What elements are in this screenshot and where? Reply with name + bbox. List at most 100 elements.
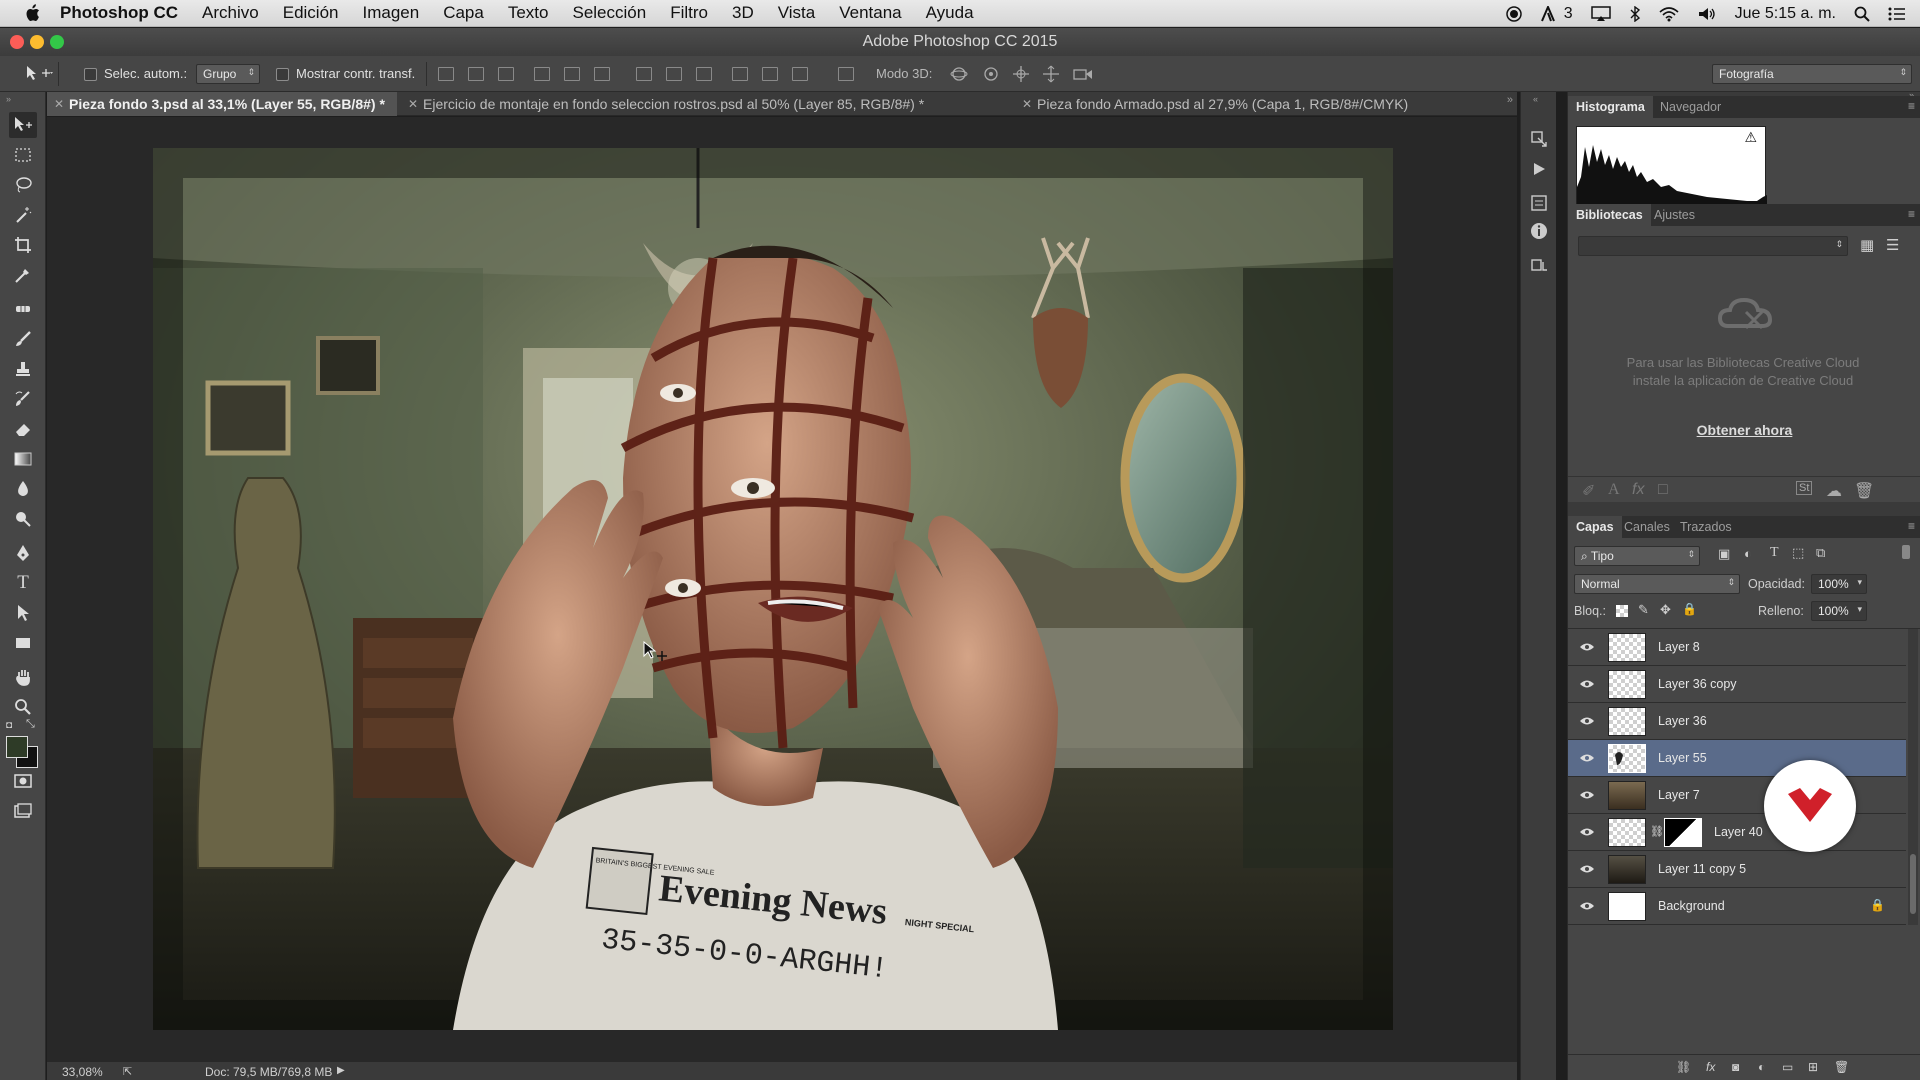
- tab-canales[interactable]: Canales: [1616, 516, 1678, 538]
- menu-edicion[interactable]: Edición: [283, 3, 339, 23]
- dodge-tool-icon[interactable]: [9, 506, 37, 532]
- close-tab-icon[interactable]: ✕: [54, 92, 64, 116]
- scale-3d-icon[interactable]: [1072, 65, 1094, 86]
- visibility-eye-icon[interactable]: [1578, 862, 1596, 876]
- window-minimize-button[interactable]: [30, 35, 44, 49]
- volume-icon[interactable]: [1697, 6, 1717, 22]
- magic-wand-tool-icon[interactable]: [9, 202, 37, 228]
- layer-style-icon[interactable]: fx: [1632, 481, 1644, 499]
- add-mask-icon[interactable]: ◙: [1732, 1060, 1739, 1074]
- pan-3d-icon[interactable]: [1012, 65, 1030, 86]
- scrollbar-thumb[interactable]: [1910, 854, 1916, 914]
- tab-trazados[interactable]: Trazados: [1672, 516, 1740, 538]
- hand-tool-icon[interactable]: [9, 664, 37, 690]
- lock-position-icon[interactable]: ✥: [1660, 602, 1671, 618]
- tab-bibliotecas[interactable]: Bibliotecas: [1568, 204, 1651, 226]
- list-view-icon[interactable]: ☰: [1886, 236, 1899, 254]
- filter-smart-object-icon[interactable]: ⧉: [1816, 545, 1825, 561]
- spotlight-search-icon[interactable]: [1854, 6, 1870, 22]
- quick-mask-icon[interactable]: [9, 768, 37, 794]
- cache-warning-icon[interactable]: ⚠: [1744, 129, 1757, 146]
- apple-icon[interactable]: [22, 3, 42, 23]
- layer-mask-thumbnail[interactable]: [1664, 818, 1702, 847]
- stock-icon[interactable]: St: [1796, 481, 1813, 495]
- menu-ventana[interactable]: Ventana: [839, 3, 901, 23]
- default-colors-icon[interactable]: ◘: [6, 720, 12, 731]
- filter-pixel-icon[interactable]: ▣: [1718, 546, 1730, 562]
- lasso-tool-icon[interactable]: [9, 172, 37, 198]
- menu-3d[interactable]: 3D: [732, 3, 754, 23]
- crop-tool-icon[interactable]: [9, 232, 37, 258]
- gradient-tool-icon[interactable]: [9, 446, 37, 472]
- tab-ejercicio-montaje[interactable]: ✕ Ejercicio de montaje en fondo seleccio…: [401, 92, 1011, 116]
- menu-app-name[interactable]: Photoshop CC: [60, 3, 178, 23]
- align-bottom-icon[interactable]: [498, 67, 514, 81]
- brush-asset-icon[interactable]: ✐: [1582, 481, 1595, 501]
- align-right-icon[interactable]: [594, 67, 610, 81]
- delete-layer-icon[interactable]: 🗑: [1834, 1060, 1849, 1074]
- tab-ajustes[interactable]: Ajustes: [1646, 204, 1703, 226]
- notification-center-icon[interactable]: [1888, 7, 1906, 21]
- orbit-3d-icon[interactable]: [950, 65, 968, 86]
- visibility-eye-icon[interactable]: [1578, 640, 1596, 654]
- panel-menu-icon[interactable]: ≡: [1908, 519, 1915, 533]
- info-panel-icon[interactable]: [1529, 222, 1549, 240]
- airplay-icon[interactable]: [1590, 5, 1611, 22]
- show-transform-checkbox[interactable]: [276, 68, 289, 81]
- new-adjustment-layer-icon[interactable]: ◐: [1758, 1060, 1765, 1074]
- roll-3d-icon[interactable]: [982, 65, 1000, 86]
- path-selection-tool-icon[interactable]: [9, 600, 37, 626]
- layer-list-scrollbar[interactable]: [1908, 629, 1918, 925]
- menu-seleccion[interactable]: Selección: [572, 3, 646, 23]
- get-now-link[interactable]: Obtener ahora: [1568, 422, 1920, 438]
- visibility-eye-icon[interactable]: [1578, 825, 1596, 839]
- trash-icon[interactable]: 🗑: [1854, 481, 1874, 501]
- link-layers-icon[interactable]: ⛓: [1676, 1060, 1691, 1074]
- auto-select-dropdown[interactable]: Grupo ⇕: [196, 64, 260, 84]
- export-icon[interactable]: ⇱: [123, 1065, 132, 1078]
- pen-tool-icon[interactable]: [9, 540, 37, 566]
- swap-colors-icon[interactable]: ⤡: [26, 718, 35, 731]
- filter-adjustment-icon[interactable]: ◐: [1744, 546, 1752, 561]
- distribute-top-icon[interactable]: [636, 67, 652, 81]
- color-asset-icon[interactable]: □: [1658, 481, 1668, 499]
- blend-mode-dropdown[interactable]: Normal ⇕: [1574, 574, 1740, 594]
- blur-tool-icon[interactable]: [9, 476, 37, 502]
- visibility-eye-icon[interactable]: [1578, 788, 1596, 802]
- layer-row[interactable]: Layer 8: [1568, 629, 1906, 666]
- history-panel-icon[interactable]: [1529, 130, 1549, 148]
- properties-panel-icon[interactable]: [1529, 194, 1549, 212]
- move-tool-preset-icon[interactable]: [24, 64, 54, 85]
- auto-select-checkbox[interactable]: [84, 68, 97, 81]
- menu-archivo[interactable]: Archivo: [202, 3, 259, 23]
- grid-view-icon[interactable]: ▦: [1860, 236, 1874, 254]
- marquee-tool-icon[interactable]: [9, 142, 37, 168]
- type-tool-icon[interactable]: T: [9, 570, 37, 596]
- cloud-sync-icon[interactable]: ☁: [1826, 481, 1842, 501]
- align-top-icon[interactable]: [438, 67, 454, 81]
- library-selector-dropdown[interactable]: ⇕: [1578, 236, 1848, 256]
- wifi-icon[interactable]: [1659, 6, 1679, 22]
- slide-3d-icon[interactable]: [1042, 65, 1060, 86]
- actions-play-icon[interactable]: [1529, 160, 1549, 178]
- status-menu-arrow-icon[interactable]: ▶: [337, 1065, 345, 1076]
- distribute-vcenter-icon[interactable]: [666, 67, 682, 81]
- tab-pieza-fondo-3[interactable]: ✕ Pieza fondo 3.psd al 33,1% (Layer 55, …: [47, 92, 397, 116]
- menu-imagen[interactable]: Imagen: [363, 3, 420, 23]
- screen-mode-icon[interactable]: [9, 798, 37, 824]
- foreground-color-swatch[interactable]: [6, 736, 28, 758]
- eraser-tool-icon[interactable]: [9, 416, 37, 442]
- menu-filtro[interactable]: Filtro: [670, 3, 708, 23]
- clone-stamp-tool-icon[interactable]: [9, 356, 37, 382]
- visibility-eye-icon[interactable]: [1578, 899, 1596, 913]
- collapse-toolbar-icon[interactable]: »: [6, 94, 11, 104]
- new-layer-icon[interactable]: ⊞: [1808, 1060, 1818, 1074]
- layer-row[interactable]: Layer 11 copy 5: [1568, 851, 1906, 888]
- layer-filter-dropdown[interactable]: ⌕ Tipo ⇕: [1574, 546, 1700, 566]
- healing-brush-tool-icon[interactable]: [9, 296, 37, 322]
- distribute-bottom-icon[interactable]: [696, 67, 712, 81]
- window-zoom-button[interactable]: [50, 35, 64, 49]
- visibility-eye-icon[interactable]: [1578, 751, 1596, 765]
- doc-size[interactable]: Doc: 79,5 MB/769,8 MB: [205, 1065, 332, 1079]
- tabs-overflow-icon[interactable]: »: [1507, 94, 1513, 106]
